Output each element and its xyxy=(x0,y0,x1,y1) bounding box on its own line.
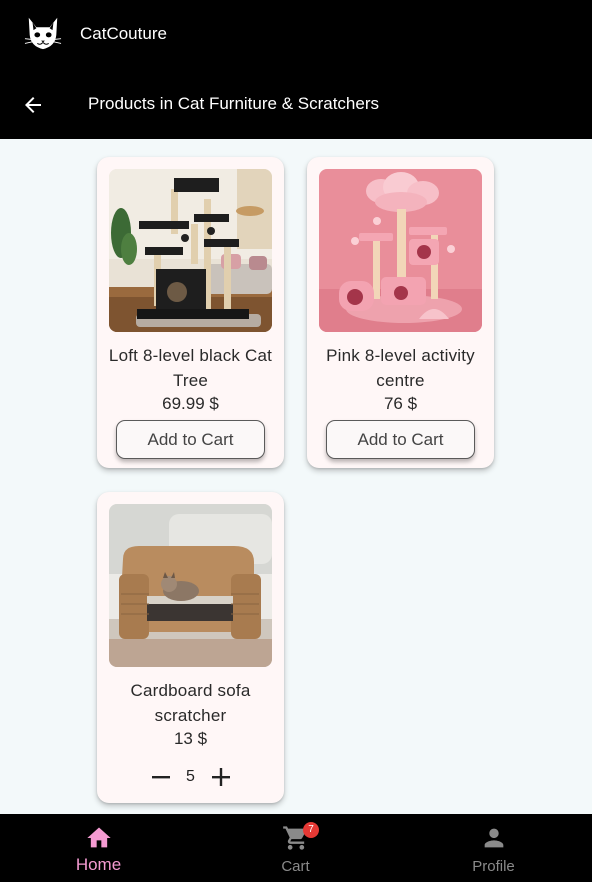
decrease-quantity-button[interactable] xyxy=(146,762,176,792)
cat-face-icon xyxy=(24,17,62,50)
minus-icon xyxy=(151,776,170,779)
quantity-value: 5 xyxy=(186,768,195,785)
product-grid: Loft 8-level black Cat Tree 69.99 $ Add … xyxy=(0,139,592,814)
bottom-nav: Home 7 Cart Profile xyxy=(0,814,592,882)
cart-count-badge: 7 xyxy=(303,822,319,838)
home-icon xyxy=(86,827,111,848)
page-title: Products in Cat Furniture & Scratchers xyxy=(88,94,380,113)
nav-item-cart[interactable]: 7 Cart xyxy=(197,814,394,882)
product-image-black-cat-tree[interactable] xyxy=(109,169,272,332)
product-image-pink-cat-tree[interactable] xyxy=(319,169,482,332)
back-button[interactable] xyxy=(18,90,48,120)
nav-item-profile[interactable]: Profile xyxy=(395,814,592,882)
add-to-cart-button[interactable]: Add to Cart xyxy=(116,420,265,459)
nav-label-home: Home xyxy=(75,855,122,874)
person-icon xyxy=(484,828,503,848)
nav-label-cart: Cart xyxy=(281,858,310,875)
product-name: Pink 8-level activity centre xyxy=(326,346,475,390)
app-name: CatCouture xyxy=(80,24,167,43)
product-card[interactable]: Loft 8-level black Cat Tree 69.99 $ Add … xyxy=(97,157,284,468)
nav-item-home[interactable]: Home xyxy=(0,814,197,882)
product-price: 13 $ xyxy=(173,729,208,748)
product-image-cardboard-sofa[interactable] xyxy=(109,504,272,667)
arrow-left-icon xyxy=(25,97,41,113)
product-card[interactable]: Cardboard sofa scratcher 13 $ 5 xyxy=(97,492,284,803)
increase-quantity-button[interactable] xyxy=(206,762,236,792)
product-price: 69.99 $ xyxy=(162,394,219,413)
plus-icon xyxy=(211,768,230,786)
add-to-cart-button[interactable]: Add to Cart xyxy=(326,420,475,459)
title-bar: Products in Cat Furniture & Scratchers xyxy=(0,68,592,139)
nav-label-profile: Profile xyxy=(472,858,515,875)
brand-bar: CatCouture xyxy=(0,0,592,68)
product-name: Cardboard sofa scratcher xyxy=(130,681,251,725)
product-price: 76 $ xyxy=(383,394,418,413)
quantity-stepper: 5 xyxy=(97,762,284,792)
product-card[interactable]: Pink 8-level activity centre 76 $ Add to… xyxy=(307,157,494,468)
product-name: Loft 8-level black Cat Tree xyxy=(108,346,273,390)
app-header: CatCouture Products in Cat Furniture & S… xyxy=(0,0,592,139)
